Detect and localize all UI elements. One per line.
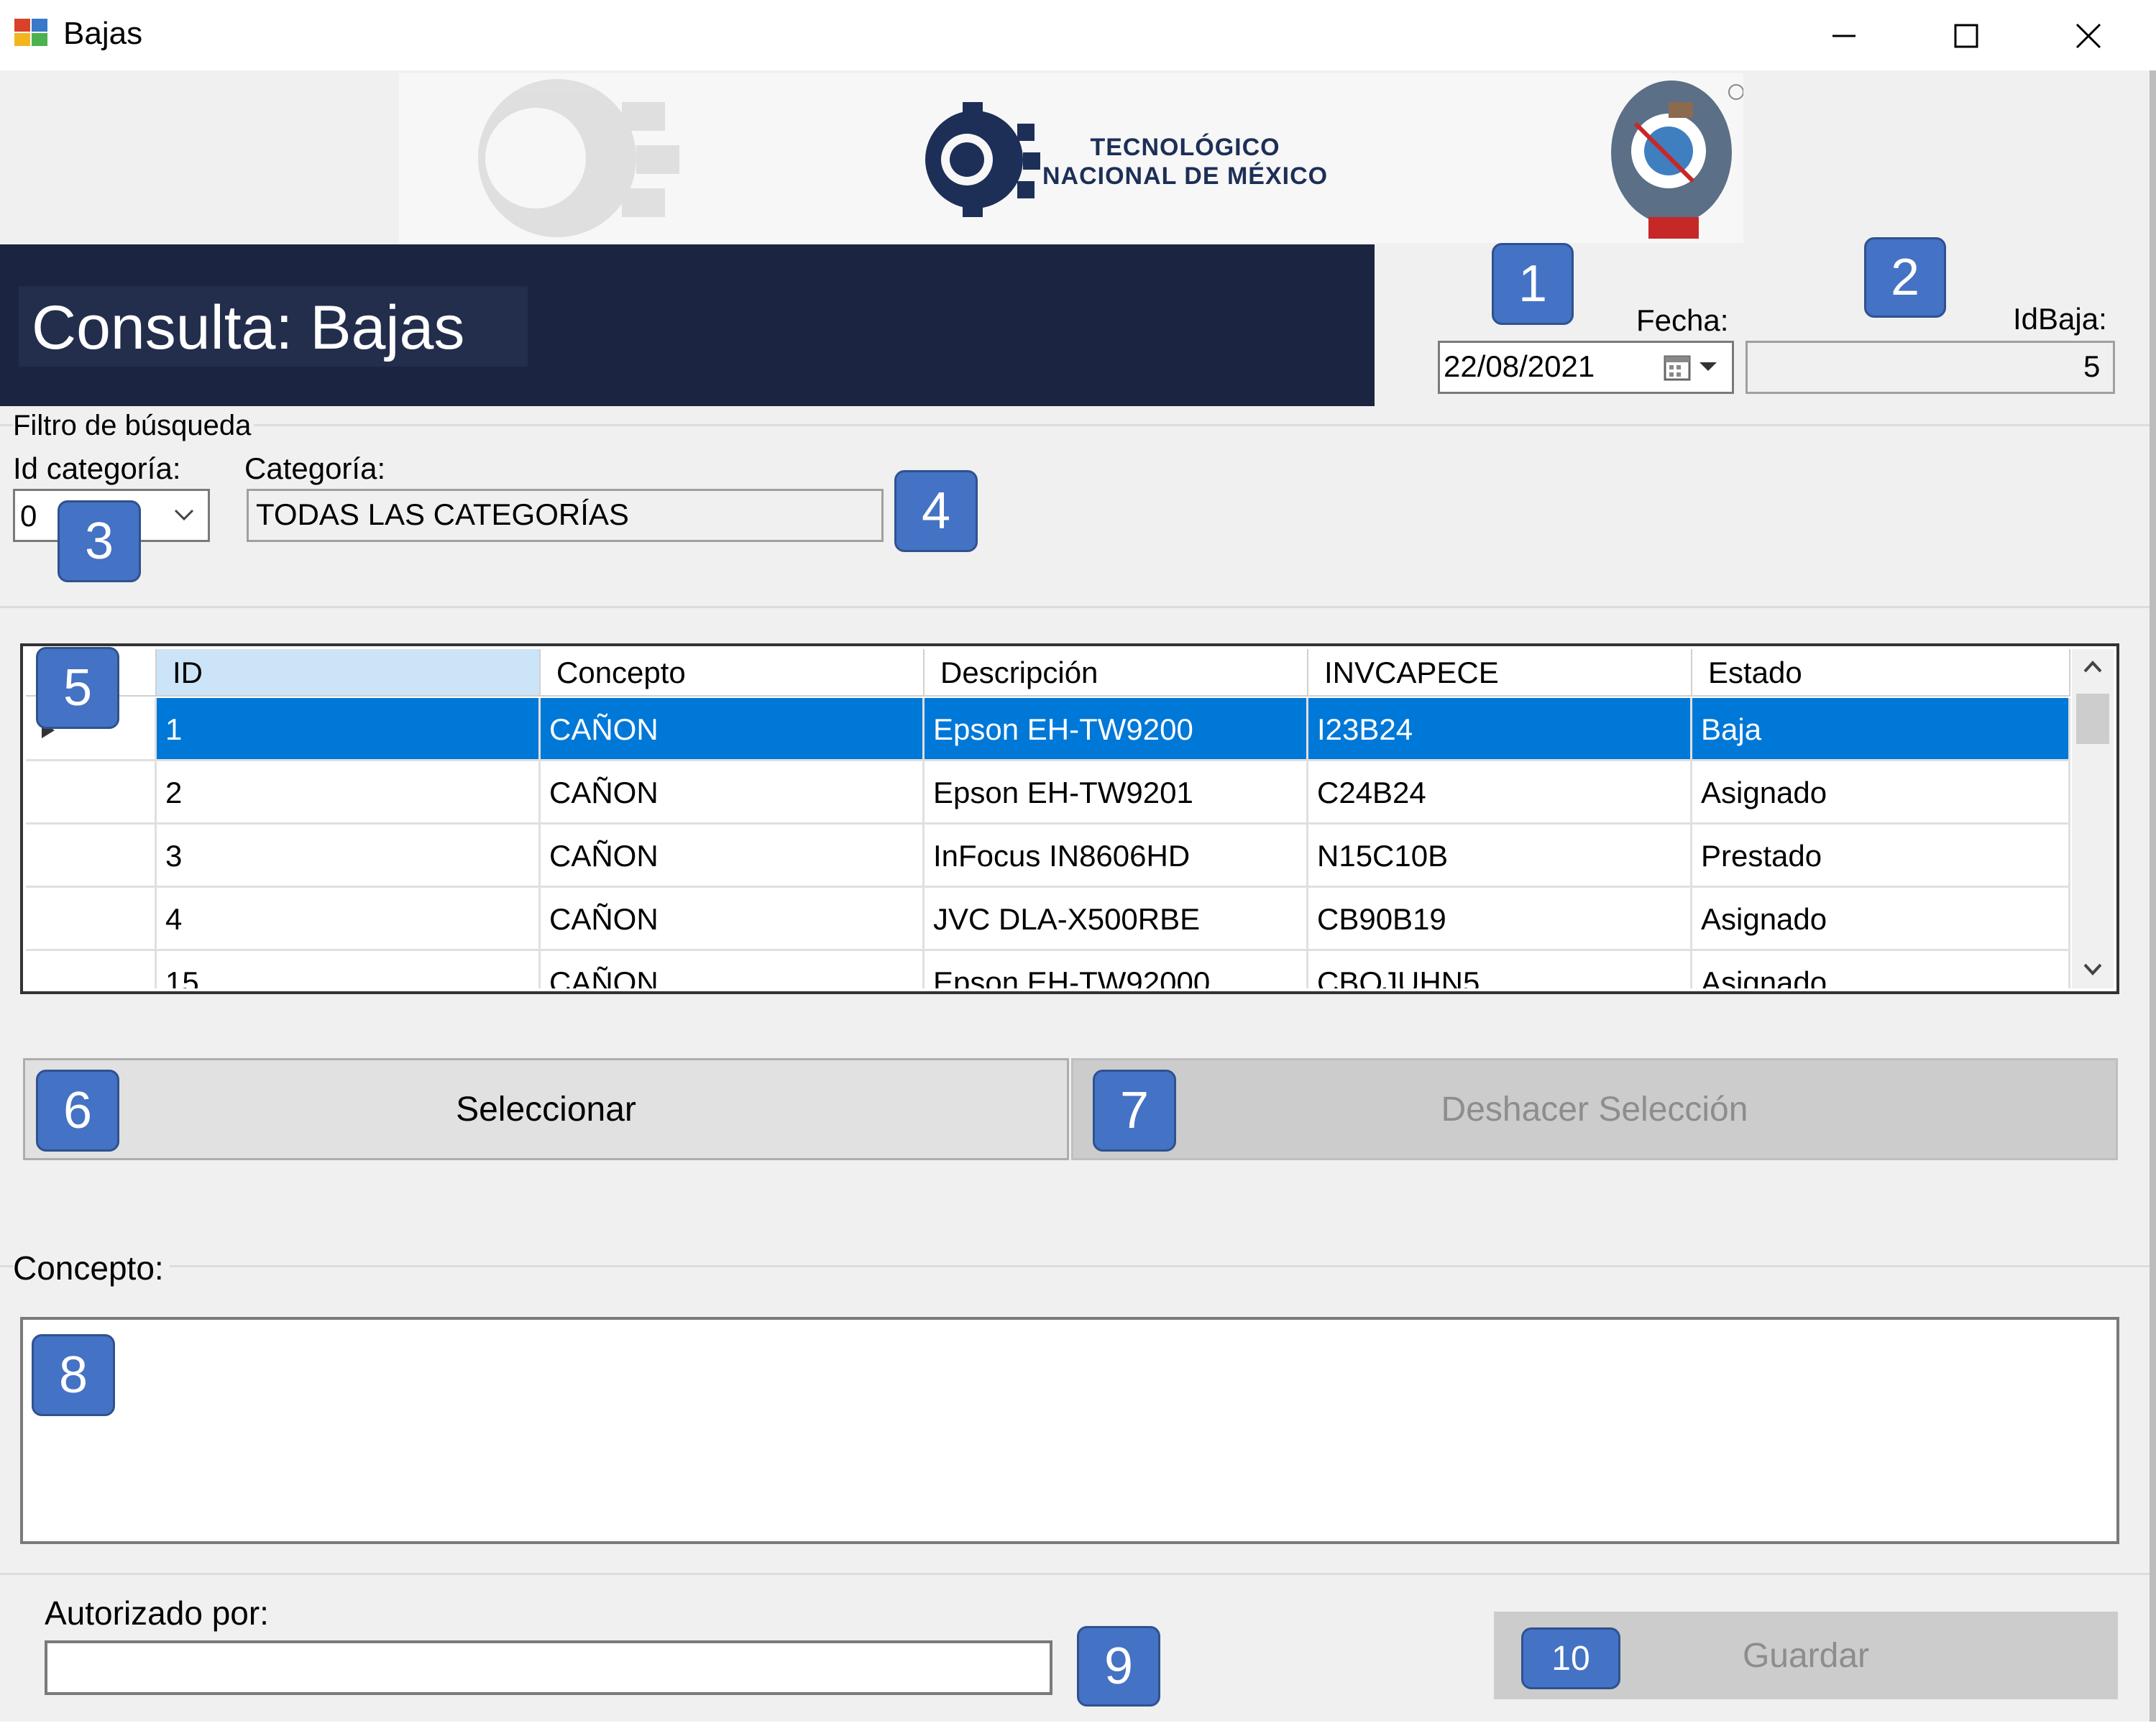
autorizado-input[interactable]	[45, 1640, 1052, 1695]
close-button[interactable]	[2027, 7, 2150, 65]
column-header-concepto[interactable]: Concepto	[541, 649, 925, 697]
separator	[0, 606, 2150, 608]
filter-group-border	[0, 424, 2150, 426]
row-header[interactable]	[26, 825, 157, 888]
idbaja-value: 5	[2083, 349, 2101, 383]
callout-badge: 2	[1864, 237, 1946, 318]
scroll-up-icon[interactable]	[2081, 656, 2105, 681]
cell-invcapece[interactable]: CBOJUHN5	[1308, 951, 1692, 988]
cell-id[interactable]: 2	[157, 761, 541, 825]
callout-badge: 4	[894, 470, 978, 552]
idbaja-field	[1746, 341, 2115, 394]
cell-id[interactable]: 3	[157, 825, 541, 888]
scroll-down-icon[interactable]	[2081, 959, 2105, 984]
id-categoria-label: Id categoría:	[13, 451, 181, 485]
callout-badge: 9	[1077, 1626, 1160, 1707]
scrollbar-thumb[interactable]	[2076, 694, 2109, 744]
cell-estado[interactable]: Asignado	[1692, 951, 2070, 988]
seleccionar-button[interactable]: Seleccionar	[23, 1058, 1069, 1160]
minimize-icon	[1832, 35, 1855, 37]
cell-id[interactable]: 1	[157, 698, 541, 761]
concepto-group-border	[0, 1265, 2150, 1267]
categoria-label: Categoría:	[244, 451, 386, 485]
callout-badge: 10	[1521, 1627, 1620, 1689]
maximize-icon	[1954, 24, 1978, 48]
concepto-label: Concepto:	[13, 1249, 170, 1287]
cell-invcapece[interactable]: CB90B19	[1308, 888, 1692, 951]
cell-concepto[interactable]: CAÑON	[541, 761, 925, 825]
column-header-invcapece[interactable]: INVCAPECE	[1308, 649, 1692, 697]
table-row[interactable]: 4 CAÑON JVC DLA-X500RBE CB90B19 Asignado	[26, 888, 2070, 951]
fecha-value: 22/08/2021	[1444, 349, 1595, 383]
cell-id[interactable]: 15	[157, 951, 541, 988]
table-row[interactable]: 2 CAÑON Epson EH-TW9201 C24B24 Asignado	[26, 761, 2070, 825]
cell-invcapece[interactable]: C24B24	[1308, 761, 1692, 825]
grid-body: 1 CAÑON Epson EH-TW9200 I23B24 Baja 2 CA…	[26, 698, 2070, 988]
cell-estado[interactable]: Asignado	[1692, 888, 2070, 951]
table-row[interactable]: 1 CAÑON Epson EH-TW9200 I23B24 Baja	[26, 698, 2070, 761]
cell-descripcion[interactable]: JVC DLA-X500RBE	[925, 888, 1308, 951]
cell-concepto[interactable]: CAÑON	[541, 888, 925, 951]
row-header[interactable]	[26, 888, 157, 951]
row-header[interactable]	[26, 951, 157, 988]
cell-invcapece[interactable]: N15C10B	[1308, 825, 1692, 888]
table-row[interactable]: 3 CAÑON InFocus IN8606HD N15C10B Prestad…	[26, 825, 2070, 888]
callout-badge: 3	[58, 500, 141, 582]
calendar-icon[interactable]	[1662, 352, 1692, 382]
column-header-id[interactable]: ID	[157, 649, 541, 697]
dropdown-arrow-icon[interactable]	[1698, 359, 1718, 377]
cell-concepto[interactable]: CAÑON	[541, 951, 925, 988]
callout-badge: 8	[32, 1334, 115, 1416]
callout-badge: 1	[1492, 243, 1574, 325]
cell-invcapece[interactable]: I23B24	[1308, 698, 1692, 761]
cell-id[interactable]: 4	[157, 888, 541, 951]
fecha-label: Fecha:	[1636, 303, 1729, 337]
close-icon	[2075, 23, 2101, 49]
cell-descripcion[interactable]: Epson EH-TW9200	[925, 698, 1308, 761]
deshacer-seleccion-button[interactable]: Deshacer Selección	[1071, 1058, 2118, 1160]
window-bottom-edge	[0, 1722, 2156, 1736]
chevron-down-icon[interactable]	[170, 500, 198, 529]
cell-estado[interactable]: Baja	[1692, 698, 2070, 761]
app-icon	[13, 16, 52, 52]
cell-estado[interactable]: Asignado	[1692, 761, 2070, 825]
cell-descripcion[interactable]: InFocus IN8606HD	[925, 825, 1308, 888]
tecnm-wordmark: TECNOLÓGICO NACIONAL DE MÉXICO	[1042, 134, 1329, 190]
tecnm-logo	[925, 102, 1040, 217]
callout-badge: 7	[1093, 1070, 1176, 1152]
cell-descripcion[interactable]: Epson EH-TW92000	[925, 951, 1308, 988]
filter-group-label: Filtro de búsqueda	[13, 408, 254, 443]
faded-emblem	[478, 79, 679, 237]
maximize-button[interactable]	[1905, 7, 2027, 65]
separator	[0, 1573, 2150, 1575]
callout-badge: 5	[36, 647, 119, 729]
idbaja-label: IdBaja:	[2013, 302, 2107, 336]
cell-concepto[interactable]: CAÑON	[541, 825, 925, 888]
cell-concepto[interactable]: CAÑON	[541, 698, 925, 761]
autorizado-label: Autorizado por:	[45, 1594, 269, 1632]
column-header-estado[interactable]: Estado	[1692, 649, 2070, 697]
itc-logo	[1611, 81, 1743, 239]
window-title: Bajas	[63, 16, 143, 51]
cell-descripcion[interactable]: Epson EH-TW9201	[925, 761, 1308, 825]
id-categoria-value: 0	[20, 499, 37, 533]
callout-badge: 6	[36, 1070, 119, 1152]
window-frame	[2150, 70, 2156, 1736]
cell-estado[interactable]: Prestado	[1692, 825, 2070, 888]
categoria-value: TODAS LAS CATEGORÍAS	[256, 497, 629, 531]
column-header-descripcion[interactable]: Descripción	[925, 649, 1308, 697]
minimize-button[interactable]	[1783, 7, 1905, 65]
row-header[interactable]	[26, 761, 157, 825]
page-title: Consulta: Bajas	[32, 293, 465, 362]
table-row[interactable]: 15 CAÑON Epson EH-TW92000 CBOJUHN5 Asign…	[26, 951, 2070, 988]
concepto-textarea[interactable]	[20, 1317, 2119, 1544]
